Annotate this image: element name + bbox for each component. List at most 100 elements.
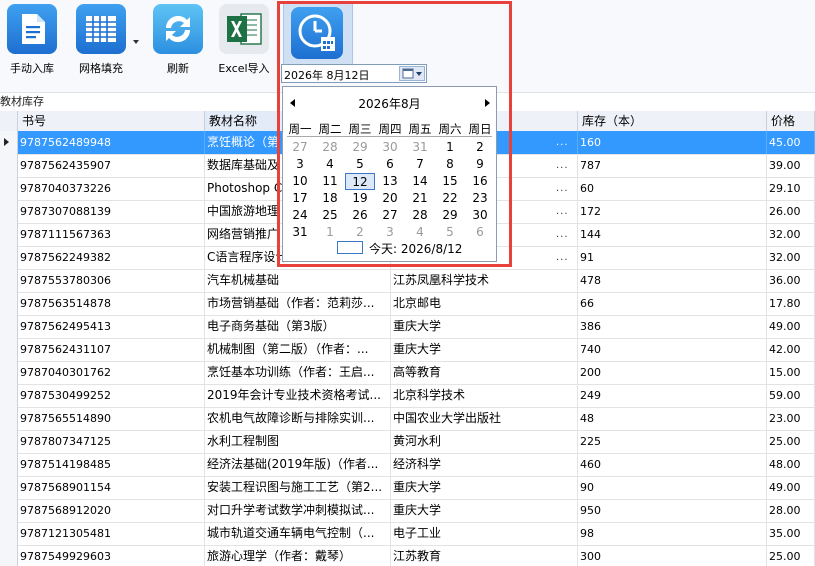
table-row[interactable]: 9787563514878 市场营销基础（作者：范莉莎... 北京邮电 66 17.80 — [0, 292, 815, 316]
cell-publisher[interactable]: 重庆大学 — [391, 338, 578, 361]
cell-isbn[interactable]: 9787530499252 — [18, 384, 205, 407]
cell-title[interactable]: 安装工程识图与施工工艺（第2... — [205, 476, 391, 499]
cell-price[interactable]: 29.10 — [767, 177, 815, 200]
cell-price[interactable]: 45.00 — [767, 131, 815, 154]
row-header[interactable] — [0, 154, 18, 177]
row-header[interactable] — [0, 269, 18, 292]
grid-fill-button[interactable]: 网格填充 — [72, 4, 130, 76]
cell-isbn[interactable]: 9787549929603 — [18, 545, 205, 566]
cell-isbn[interactable]: 9787307088139 — [18, 200, 205, 223]
row-header[interactable] — [0, 292, 18, 315]
cell-price[interactable]: 36.00 — [767, 269, 815, 292]
ellipsis-button[interactable]: ... — [556, 200, 569, 223]
cell-publisher[interactable]: 北京科学技术 — [391, 384, 578, 407]
cell-publisher[interactable]: 经济科学 — [391, 453, 578, 476]
table-row[interactable]: 9787568912020 对口升学考试数学冲刺模拟试... 重庆大学 950 28.0… — [0, 499, 815, 523]
cell-stock[interactable]: 48 — [578, 407, 767, 430]
table-row[interactable]: 9787040301762 烹饪基本功训练（作者：王启... 高等教育 200 15.0… — [0, 361, 815, 385]
cell-publisher[interactable]: 高等教育 — [391, 361, 578, 384]
cell-price[interactable]: 35.00 — [767, 522, 815, 545]
cell-stock[interactable]: 144 — [578, 223, 767, 246]
cell-title[interactable]: 农机电气故障诊断与排除实训... — [205, 407, 391, 430]
cell-isbn[interactable]: 9787562435907 — [18, 154, 205, 177]
table-row[interactable]: 9787568901154 安装工程识图与施工工艺（第2... 重庆大学 90 49.0… — [0, 476, 815, 500]
row-header[interactable] — [0, 407, 18, 430]
cell-price[interactable]: 17.80 — [767, 292, 815, 315]
cell-isbn[interactable]: 9787040373226 — [18, 177, 205, 200]
cell-stock[interactable]: 98 — [578, 522, 767, 545]
cell-title[interactable]: 电子商务基础（第3版） — [205, 315, 391, 338]
cell-price[interactable]: 25.00 — [767, 430, 815, 453]
cell-stock[interactable]: 386 — [578, 315, 767, 338]
row-header[interactable] — [0, 545, 18, 566]
ellipsis-button[interactable]: ... — [556, 131, 569, 154]
excel-import-button[interactable]: Excel导入 — [216, 4, 272, 76]
row-header[interactable] — [0, 453, 18, 476]
cell-price[interactable]: 32.00 — [767, 223, 815, 246]
cell-publisher[interactable]: 江苏教育 — [391, 545, 578, 566]
row-header[interactable] — [0, 315, 18, 338]
cell-price[interactable]: 49.00 — [767, 476, 815, 499]
cell-stock[interactable]: 91 — [578, 246, 767, 269]
cell-price[interactable]: 15.00 — [767, 361, 815, 384]
cell-isbn[interactable]: 9787807347125 — [18, 430, 205, 453]
manual-stock-in-button[interactable]: 手动入库 — [4, 4, 60, 76]
cell-isbn[interactable]: 9787514198485 — [18, 453, 205, 476]
table-row[interactable]: 9787530499252 2019年会计专业技术资格考试... 北京科学技术 249… — [0, 384, 815, 408]
cell-title[interactable]: 旅游心理学（作者：戴琴） — [205, 545, 391, 566]
cell-publisher[interactable]: 黄河水利 — [391, 430, 578, 453]
cell-stock[interactable]: 460 — [578, 453, 767, 476]
cell-isbn[interactable]: 9787040301762 — [18, 361, 205, 384]
table-row[interactable]: 9787549929603 旅游心理学（作者：戴琴） 江苏教育 300 25.00 — [0, 545, 815, 566]
cell-publisher[interactable]: 北京邮电 — [391, 292, 578, 315]
row-header[interactable] — [0, 361, 18, 384]
cell-title[interactable]: 2019年会计专业技术资格考试... — [205, 384, 391, 407]
cell-price[interactable]: 25.00 — [767, 545, 815, 566]
table-row[interactable]: 9787514198485 经济法基础(2019年版)（作者... 经济科学 460 4… — [0, 453, 815, 477]
row-header[interactable] — [0, 384, 18, 407]
cell-stock[interactable]: 950 — [578, 499, 767, 522]
ellipsis-button[interactable]: ... — [556, 246, 569, 269]
cell-title[interactable]: 机械制图（第二版）（作者：... — [205, 338, 391, 361]
cell-stock[interactable]: 300 — [578, 545, 767, 566]
cell-stock[interactable]: 249 — [578, 384, 767, 407]
cell-stock[interactable]: 740 — [578, 338, 767, 361]
cell-isbn[interactable]: 9787562495413 — [18, 315, 205, 338]
cell-isbn[interactable]: 9787562489948 — [18, 131, 205, 154]
cell-title[interactable]: 汽车机械基础 — [205, 269, 391, 292]
cell-isbn[interactable]: 9787562431107 — [18, 338, 205, 361]
cell-price[interactable]: 32.00 — [767, 246, 815, 269]
cell-stock[interactable]: 160 — [578, 131, 767, 154]
cell-price[interactable]: 49.00 — [767, 315, 815, 338]
cell-stock[interactable]: 60 — [578, 177, 767, 200]
row-header[interactable] — [0, 338, 18, 361]
ellipsis-button[interactable]: ... — [556, 223, 569, 246]
cell-stock[interactable]: 90 — [578, 476, 767, 499]
row-header[interactable] — [0, 476, 18, 499]
cell-publisher[interactable]: 电子工业 — [391, 522, 578, 545]
table-row[interactable]: 9787553780306 汽车机械基础 江苏凤凰科学技术 478 36.00 — [0, 269, 815, 293]
cell-title[interactable]: 城市轨道交通车辆电气控制（... — [205, 522, 391, 545]
cell-price[interactable]: 23.00 — [767, 407, 815, 430]
cell-isbn[interactable]: 9787568901154 — [18, 476, 205, 499]
cell-isbn[interactable]: 9787121305481 — [18, 522, 205, 545]
table-row[interactable]: 9787121305481 城市轨道交通车辆电气控制（... 电子工业 98 35.00 — [0, 522, 815, 546]
column-header-stock[interactable]: 库存（本） — [578, 111, 767, 131]
cell-publisher[interactable]: 重庆大学 — [391, 315, 578, 338]
cell-publisher[interactable]: 重庆大学 — [391, 476, 578, 499]
grid-fill-dropdown-arrow-icon[interactable] — [133, 40, 139, 44]
cell-publisher[interactable]: 重庆大学 — [391, 499, 578, 522]
cell-stock[interactable]: 172 — [578, 200, 767, 223]
ellipsis-button[interactable]: ... — [556, 154, 569, 177]
table-row[interactable]: 9787565514890 农机电气故障诊断与排除实训... 中国农业大学出版社 48… — [0, 407, 815, 431]
cell-title[interactable]: 经济法基础(2019年版)（作者... — [205, 453, 391, 476]
row-header[interactable] — [0, 131, 18, 154]
row-header[interactable] — [0, 223, 18, 246]
cell-price[interactable]: 42.00 — [767, 338, 815, 361]
ellipsis-button[interactable]: ... — [556, 177, 569, 200]
cell-title[interactable]: 对口升学考试数学冲刺模拟试... — [205, 499, 391, 522]
cell-isbn[interactable]: 9787111567363 — [18, 223, 205, 246]
cell-price[interactable]: 39.00 — [767, 154, 815, 177]
cell-price[interactable]: 59.00 — [767, 384, 815, 407]
cell-stock[interactable]: 66 — [578, 292, 767, 315]
